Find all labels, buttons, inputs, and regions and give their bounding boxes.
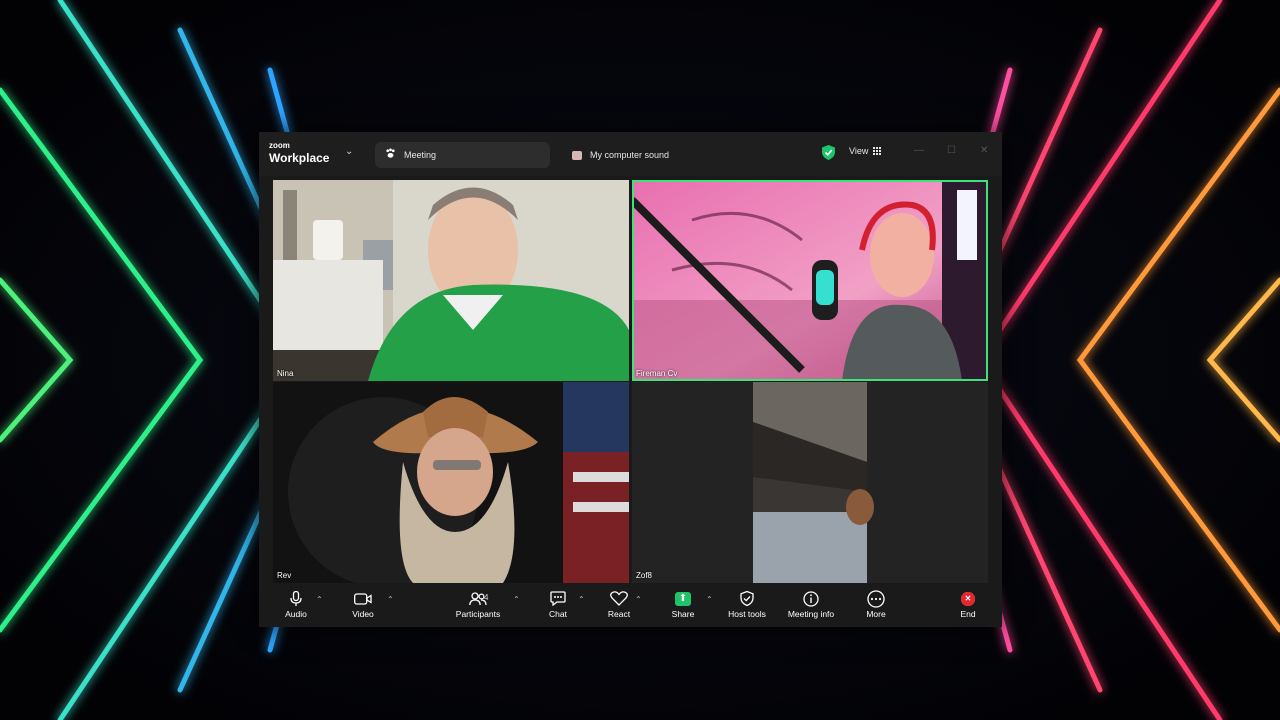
paw-icon xyxy=(385,148,396,162)
video-tile-fireman-cv[interactable]: Fireman Cv xyxy=(632,180,988,381)
video-feed xyxy=(632,180,988,381)
meeting-info-label: Meeting info xyxy=(787,609,835,619)
video-tile-zof8[interactable]: Zof8 xyxy=(632,382,988,583)
audio-label: Audio xyxy=(285,609,307,619)
participants-count: 4 xyxy=(484,593,489,602)
share-options-chevron-icon[interactable]: ⌃ xyxy=(706,595,713,604)
participant-name: Fireman Cv xyxy=(636,369,678,378)
chat-options-chevron-icon[interactable]: ⌃ xyxy=(578,595,585,604)
meeting-toolbar: Audio ⌃ Video ⌃ 4 Participants ⌃ Chat ⌃ xyxy=(259,584,1002,627)
minimize-button[interactable]: — xyxy=(914,145,924,156)
host-tools-button[interactable]: Host tools xyxy=(717,590,777,619)
react-label: React xyxy=(607,609,631,619)
video-feed xyxy=(632,382,988,583)
host-shield-icon xyxy=(717,590,777,607)
participant-name: Zof8 xyxy=(636,571,653,580)
view-button[interactable]: View xyxy=(849,146,882,156)
audio-options-chevron-icon[interactable]: ⌃ xyxy=(316,595,323,604)
grid-icon xyxy=(873,147,882,155)
info-icon xyxy=(781,590,841,607)
tab-computer-sound-label: My computer sound xyxy=(590,150,670,160)
tab-meeting[interactable]: Meeting xyxy=(375,142,550,168)
screen-share-icon xyxy=(572,150,582,160)
share-button[interactable]: ⬆ Share xyxy=(653,590,713,619)
participant-name: Rev xyxy=(277,571,292,580)
brand-name: Workplace xyxy=(269,151,330,165)
video-tile-rev[interactable]: Rev xyxy=(273,382,629,583)
video-label: Video xyxy=(352,609,374,619)
more-button[interactable]: More xyxy=(846,589,906,619)
tab-meeting-label: Meeting xyxy=(404,150,437,160)
video-options-chevron-icon[interactable]: ⌃ xyxy=(387,595,394,604)
end-button[interactable]: End xyxy=(938,590,998,619)
share-arrow-icon: ⬆ xyxy=(675,591,691,606)
zoom-logo[interactable]: zoom Workplace xyxy=(269,141,349,167)
brand-small: zoom xyxy=(269,141,290,150)
end-call-icon xyxy=(961,591,975,606)
participants-button[interactable]: 4 Participants xyxy=(448,590,508,619)
share-label: Share xyxy=(671,609,695,619)
meeting-info-button[interactable]: Meeting info xyxy=(781,590,841,619)
react-options-chevron-icon[interactable]: ⌃ xyxy=(635,595,642,604)
participants-options-chevron-icon[interactable]: ⌃ xyxy=(513,595,520,604)
tab-computer-sound[interactable]: My computer sound xyxy=(562,142,752,168)
close-button[interactable]: ✕ xyxy=(980,145,988,156)
video-tile-nina[interactable]: Nina xyxy=(273,180,629,381)
shield-check-icon[interactable] xyxy=(822,145,835,160)
more-label: More xyxy=(866,609,886,619)
title-bar: zoom Workplace ⌄ Meeting My computer sou… xyxy=(259,132,1002,176)
chevron-down-icon[interactable]: ⌄ xyxy=(345,146,353,157)
view-label: View xyxy=(849,146,869,156)
host-tools-label: Host tools xyxy=(728,609,766,619)
end-label: End xyxy=(960,609,976,619)
participants-label: Participants xyxy=(455,609,501,619)
video-feed xyxy=(273,382,629,583)
participant-name: Nina xyxy=(277,369,294,378)
chat-label: Chat xyxy=(549,609,567,619)
zoom-window: zoom Workplace ⌄ Meeting My computer sou… xyxy=(259,132,1002,627)
maximize-button[interactable]: ☐ xyxy=(947,145,956,156)
more-icon xyxy=(846,589,906,608)
people-icon xyxy=(448,590,508,607)
video-button[interactable]: Video xyxy=(333,590,393,619)
camera-icon xyxy=(333,590,393,607)
video-feed xyxy=(273,180,629,381)
